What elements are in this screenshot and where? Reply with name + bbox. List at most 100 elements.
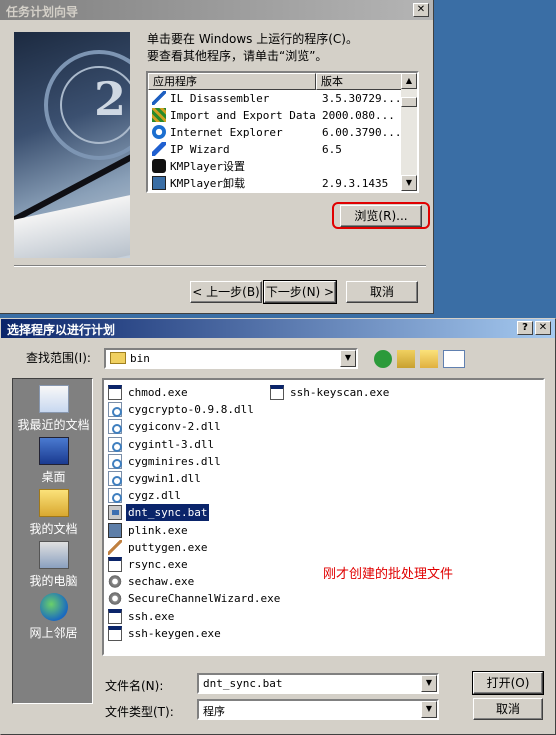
file-name: plink.exe bbox=[128, 523, 188, 537]
annotation-batch-file-note: 刚才创建的批处理文件 bbox=[323, 567, 454, 582]
column-header-application[interactable]: 应用程序 bbox=[148, 73, 316, 90]
application-icon bbox=[270, 385, 284, 400]
filename-label: 文件名(N): bbox=[105, 679, 164, 693]
filetype-chevron-down-icon[interactable]: ▼ bbox=[421, 701, 437, 718]
filetype-value: 程序 bbox=[203, 705, 225, 718]
program-list[interactable]: 应用程序 版本 IL Disassembler 3.5.30729... Imp… bbox=[146, 71, 419, 193]
filename-chevron-down-icon[interactable]: ▼ bbox=[421, 675, 437, 692]
dialog-title: 选择程序以进行计划 bbox=[7, 323, 116, 337]
chevron-down-icon[interactable]: ▼ bbox=[340, 350, 356, 367]
places-bar: 我最近的文档 桌面 我的文档 我的电脑 网上邻居 bbox=[12, 378, 93, 704]
dll-icon bbox=[108, 471, 122, 486]
list-item[interactable]: IL Disassembler 3.5.30729... bbox=[148, 90, 404, 107]
my-documents-icon bbox=[38, 489, 69, 517]
file-list[interactable]: chmod.exe cygcrypto-0.9.8.dll cygiconv-2.d… bbox=[102, 378, 545, 656]
batch-file-icon bbox=[108, 505, 122, 521]
place-my-computer[interactable]: 我的电脑 bbox=[13, 541, 94, 589]
open-button[interactable]: 打开(O) bbox=[472, 671, 544, 695]
wizard-cancel-button[interactable]: 取消 bbox=[346, 281, 418, 303]
look-in-combo[interactable]: bin ▼ bbox=[104, 348, 358, 369]
instruction-line-2: 要查看其他程序，请单击“浏览”。 bbox=[147, 49, 328, 63]
wizard-instructions: 单击要在 Windows 上运行的程序(C)。 要查看其他程序，请单击“浏览”。 bbox=[147, 31, 427, 65]
dll-icon bbox=[108, 453, 122, 469]
recent-documents-icon bbox=[38, 385, 69, 413]
uninstall-icon bbox=[152, 176, 166, 190]
new-folder-icon[interactable] bbox=[420, 350, 438, 368]
folder-icon bbox=[110, 352, 126, 364]
view-menu-icon[interactable] bbox=[443, 350, 465, 368]
wand-icon bbox=[152, 142, 166, 156]
scroll-up-icon[interactable]: ▲ bbox=[401, 73, 417, 89]
application-icon bbox=[108, 557, 122, 572]
application-icon bbox=[108, 625, 122, 641]
file-name: cygwin1.dll bbox=[128, 472, 201, 485]
application-icon bbox=[108, 385, 122, 400]
column-header-version[interactable]: 版本 bbox=[316, 73, 404, 90]
file-name: cygz.dll bbox=[128, 489, 181, 503]
dialog-cancel-button[interactable]: 取消 bbox=[473, 698, 543, 720]
file-name: ssh.exe bbox=[128, 609, 175, 623]
scroll-thumb[interactable] bbox=[401, 97, 417, 107]
list-item[interactable]: KMPlayer设置 bbox=[148, 158, 404, 175]
program-list-scrollbar[interactable]: ▲ ▼ bbox=[401, 73, 417, 191]
help-button[interactable]: ? bbox=[517, 321, 533, 335]
look-in-label: 查找范围(I): bbox=[26, 351, 91, 365]
file-name: ssh-keyscan.exe bbox=[290, 386, 390, 399]
file-name: chmod.exe bbox=[128, 386, 188, 399]
file-name: sechaw.exe bbox=[128, 575, 195, 589]
place-my-documents[interactable]: 我的文档 bbox=[13, 489, 94, 537]
file-name: dnt_sync.bat bbox=[126, 504, 210, 522]
place-network[interactable]: 网上邻居 bbox=[13, 593, 94, 641]
next-button[interactable]: 下一步(N) > bbox=[263, 280, 337, 304]
place-recent-documents[interactable]: 我最近的文档 bbox=[13, 385, 94, 433]
gear-icon bbox=[108, 591, 122, 607]
instruction-line-1: 单击要在 Windows 上运行的程序(C)。 bbox=[147, 32, 358, 46]
filetype-select[interactable]: 程序 ▼ bbox=[197, 699, 439, 720]
file-name: cygintl-3.dll bbox=[128, 437, 215, 451]
look-in-value: bin bbox=[130, 352, 150, 365]
internet-explorer-icon bbox=[152, 125, 166, 139]
wizard-title-bar: 任务计划向导 ✕ bbox=[0, 0, 433, 20]
filename-value: dnt_sync.bat bbox=[203, 677, 283, 690]
my-computer-icon bbox=[38, 541, 69, 569]
file-name: puttygen.exe bbox=[128, 540, 208, 554]
task-scheduler-wizard-window: 任务计划向导 ✕ 2 单击要在 Windows 上运行的程序(C)。 要查看其他… bbox=[0, 0, 434, 314]
list-item[interactable]: Internet Explorer 6.00.3790... bbox=[148, 124, 404, 141]
key-icon bbox=[108, 539, 122, 555]
dll-icon bbox=[108, 436, 122, 452]
kmplayer-icon bbox=[152, 159, 166, 173]
list-item[interactable]: Import and Export Data 2000.080... bbox=[148, 107, 404, 124]
dialog-title-bar: 选择程序以进行计划 ? ✕ bbox=[1, 319, 555, 338]
file-name: cygiconv-2.dll bbox=[128, 420, 221, 434]
import-export-icon bbox=[152, 108, 166, 122]
filename-input[interactable]: dnt_sync.bat ▼ bbox=[197, 673, 439, 694]
list-item[interactable]: KMPlayer卸载 2.9.3.1435 bbox=[148, 175, 404, 192]
list-item[interactable]: IP Wizard 6.5 bbox=[148, 141, 404, 158]
back-arrow-icon[interactable] bbox=[374, 350, 392, 368]
wizard-title: 任务计划向导 bbox=[6, 5, 79, 19]
scroll-down-icon[interactable]: ▼ bbox=[401, 175, 417, 191]
place-desktop[interactable]: 桌面 bbox=[13, 437, 94, 485]
terminal-icon bbox=[108, 522, 122, 538]
application-icon bbox=[108, 608, 122, 624]
wizard-side-image: 2 bbox=[14, 32, 130, 258]
filetype-label: 文件类型(T): bbox=[105, 705, 174, 719]
dialog-close-button[interactable]: ✕ bbox=[535, 321, 551, 335]
wizard-separator bbox=[14, 265, 426, 267]
dll-icon bbox=[108, 402, 122, 418]
file-name: rsync.exe bbox=[128, 558, 188, 571]
dll-icon bbox=[108, 419, 122, 435]
wizard-close-button[interactable]: ✕ bbox=[413, 3, 429, 17]
file-name: cygminires.dll bbox=[128, 454, 221, 468]
up-folder-icon[interactable] bbox=[397, 350, 415, 368]
network-globe-icon bbox=[39, 593, 68, 621]
file-name: cygcrypto-0.9.8.dll bbox=[128, 403, 254, 417]
browse-button[interactable]: 浏览(R)... bbox=[340, 205, 422, 227]
desktop-icon bbox=[38, 437, 69, 465]
select-program-dialog: 选择程序以进行计划 ? ✕ 查找范围(I): bin ▼ 我最近的文档 桌面 我… bbox=[0, 318, 556, 735]
pen-icon bbox=[152, 91, 166, 105]
dll-icon bbox=[108, 488, 122, 504]
back-button[interactable]: < 上一步(B) bbox=[190, 281, 262, 303]
file-name: ssh-keygen.exe bbox=[128, 626, 221, 640]
gear-icon bbox=[108, 574, 122, 590]
